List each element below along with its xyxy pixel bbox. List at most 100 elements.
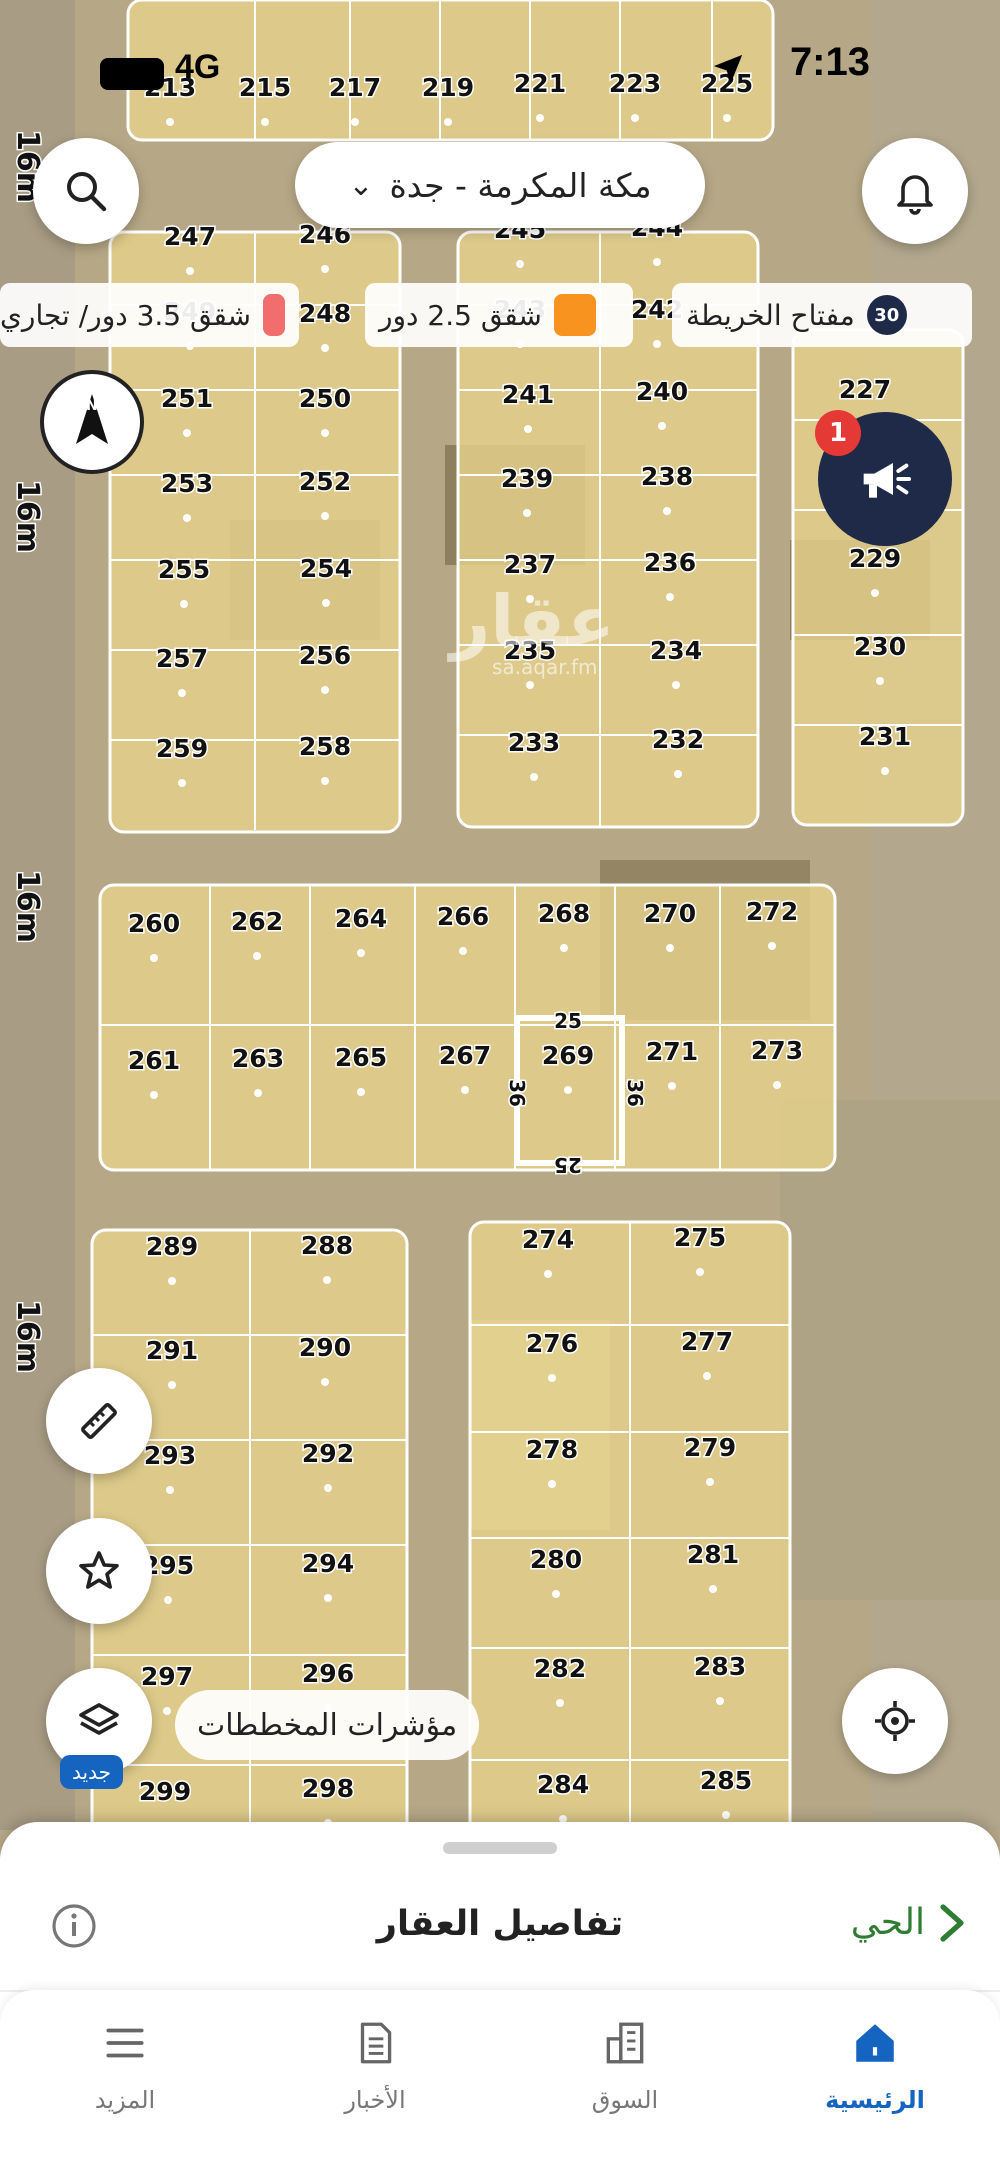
plot-number-label[interactable]: 256 <box>297 640 352 672</box>
plot-number-label[interactable]: 284 <box>535 1769 590 1801</box>
plot-number-label[interactable]: 278 <box>524 1434 579 1466</box>
plot-number-label[interactable]: 267 <box>437 1040 492 1072</box>
city-selector[interactable]: ⌄ مكة المكرمة - جدة <box>295 142 705 228</box>
chevron-right-icon <box>940 1903 964 1942</box>
legend-item-commercial[interactable]: شقق 3.5 دور/ تجاري <box>0 283 299 347</box>
plot-number-label[interactable]: 219 <box>420 72 475 104</box>
plot-number-label[interactable]: 260 <box>126 908 181 940</box>
plot-number-label[interactable]: 297 <box>139 1661 194 1693</box>
plot-number-label[interactable]: 254 <box>298 553 353 585</box>
plot-number-label[interactable]: 227 <box>837 374 892 406</box>
plot-number-label[interactable]: 282 <box>532 1653 587 1685</box>
plot-number-label[interactable]: 270 <box>642 898 697 930</box>
plot-number-label[interactable]: 280 <box>528 1544 583 1576</box>
neighborhood-link[interactable]: الحي <box>851 1902 965 1943</box>
plot-number-label[interactable]: 229 <box>847 543 902 575</box>
plot-number-label[interactable]: 291 <box>144 1335 199 1367</box>
plot-number-label[interactable]: 259 <box>154 733 209 765</box>
plot-number-label[interactable]: 275 <box>672 1222 727 1254</box>
compass-button[interactable]: N <box>40 370 144 474</box>
my-location-button[interactable] <box>842 1668 948 1774</box>
plot-number-label[interactable]: 217 <box>327 72 382 104</box>
plot-number-label[interactable]: 264 <box>333 903 388 935</box>
map-key-button[interactable]: مفتاح الخريطة 30 <box>672 283 972 347</box>
plot-number-label[interactable]: 231 <box>857 721 912 753</box>
plot-number-label[interactable]: 293 <box>142 1440 197 1472</box>
plot-number-label[interactable]: 294 <box>300 1548 355 1580</box>
plot-number-label[interactable]: 239 <box>499 463 554 495</box>
plot-number-label[interactable]: 232 <box>650 724 705 756</box>
plot-number-label[interactable]: 262 <box>229 906 284 938</box>
city-label: مكة المكرمة - جدة <box>389 165 652 205</box>
plot-centroid-dot <box>254 1089 262 1097</box>
plot-number-label[interactable]: 268 <box>536 898 591 930</box>
plot-number-label[interactable]: 271 <box>644 1036 699 1068</box>
plot-number-label[interactable]: 215 <box>237 72 292 104</box>
plot-centroid-dot <box>706 1478 714 1486</box>
plot-number-label[interactable]: 250 <box>297 383 352 415</box>
plot-number-label[interactable]: 261 <box>126 1045 181 1077</box>
map-key-label: مفتاح الخريطة <box>686 298 855 332</box>
plot-centroid-dot <box>444 118 452 126</box>
tab-home[interactable]: الرئيسية <box>750 1990 1000 2171</box>
plot-number-label[interactable]: 234 <box>648 635 703 667</box>
tab-news[interactable]: الأخبار <box>250 1990 500 2171</box>
sheet-drag-handle[interactable] <box>443 1842 557 1854</box>
plot-number-label[interactable]: 248 <box>297 298 352 330</box>
plot-number-label[interactable]: 277 <box>679 1326 734 1358</box>
plot-number-label[interactable]: 288 <box>299 1230 354 1262</box>
tab-more[interactable]: المزيد <box>0 1990 250 2171</box>
plot-number-label[interactable]: 292 <box>300 1438 355 1470</box>
plot-number-label[interactable]: 273 <box>749 1035 804 1067</box>
plot-number-label[interactable]: 240 <box>634 376 689 408</box>
plot-number-label[interactable]: 258 <box>297 731 352 763</box>
plot-number-label[interactable]: 296 <box>300 1658 355 1690</box>
plot-map[interactable]: 2132152172192212232252472462452442492482… <box>0 0 1000 1830</box>
plot-number-label[interactable]: 223 <box>607 68 662 100</box>
plot-number-label[interactable]: 238 <box>639 461 694 493</box>
notifications-button[interactable] <box>862 138 968 244</box>
search-button[interactable] <box>33 138 139 244</box>
brand-watermark: عقار <box>450 580 615 662</box>
tab-market[interactable]: السوق <box>500 1990 750 2171</box>
plot-number-label[interactable]: 233 <box>506 727 561 759</box>
plot-number-label[interactable]: 241 <box>500 379 555 411</box>
plot-number-label[interactable]: 236 <box>642 547 697 579</box>
plot-centroid-dot <box>321 686 329 694</box>
legend-label: شقق 2.5 دور <box>379 298 542 332</box>
plot-number-label[interactable]: 253 <box>159 468 214 500</box>
plot-centroid-dot <box>723 114 731 122</box>
plot-centroid-dot <box>321 777 329 785</box>
plot-centroid-dot <box>523 509 531 517</box>
plot-number-label[interactable]: 285 <box>698 1765 753 1797</box>
plot-number-label[interactable]: 279 <box>682 1432 737 1464</box>
plot-number-label[interactable]: 255 <box>156 554 211 586</box>
plot-number-label[interactable]: 274 <box>520 1224 575 1256</box>
plot-number-label[interactable]: 281 <box>685 1539 740 1571</box>
plot-number-label[interactable]: 298 <box>300 1773 355 1805</box>
plot-number-label[interactable]: 283 <box>692 1651 747 1683</box>
plot-number-label[interactable]: 290 <box>297 1332 352 1364</box>
plot-number-label[interactable]: 251 <box>159 383 214 415</box>
map-canvas[interactable]: 2132152172192212232252472462452442492482… <box>0 0 1000 1830</box>
plot-number-label[interactable]: 276 <box>524 1328 579 1360</box>
plot-number-label[interactable]: 299 <box>137 1776 192 1808</box>
legend-item-apartments[interactable]: شقق 2.5 دور <box>365 283 633 347</box>
measure-button[interactable] <box>46 1368 152 1474</box>
plan-indicators-button[interactable]: مؤشرات المخططات <box>175 1690 480 1760</box>
plot-centroid-dot <box>150 1091 158 1099</box>
plot-number-label[interactable]: 237 <box>502 549 557 581</box>
plot-number-label[interactable]: 289 <box>144 1231 199 1263</box>
plot-number-label[interactable]: 257 <box>154 643 209 675</box>
plot-number-label[interactable]: 272 <box>744 896 799 928</box>
plot-number-label[interactable]: 247 <box>162 221 217 253</box>
plot-number-label[interactable]: 263 <box>230 1043 285 1075</box>
favorites-button[interactable] <box>46 1518 152 1624</box>
tab-label: الأخبار <box>344 2086 406 2114</box>
plot-number-label[interactable]: 266 <box>435 901 490 933</box>
plot-number-label[interactable]: 221 <box>512 68 567 100</box>
plot-number-label[interactable]: 252 <box>297 466 352 498</box>
plot-number-label[interactable]: 265 <box>333 1042 388 1074</box>
plot-number-label[interactable]: 269 <box>540 1040 595 1072</box>
plot-number-label[interactable]: 230 <box>852 631 907 663</box>
